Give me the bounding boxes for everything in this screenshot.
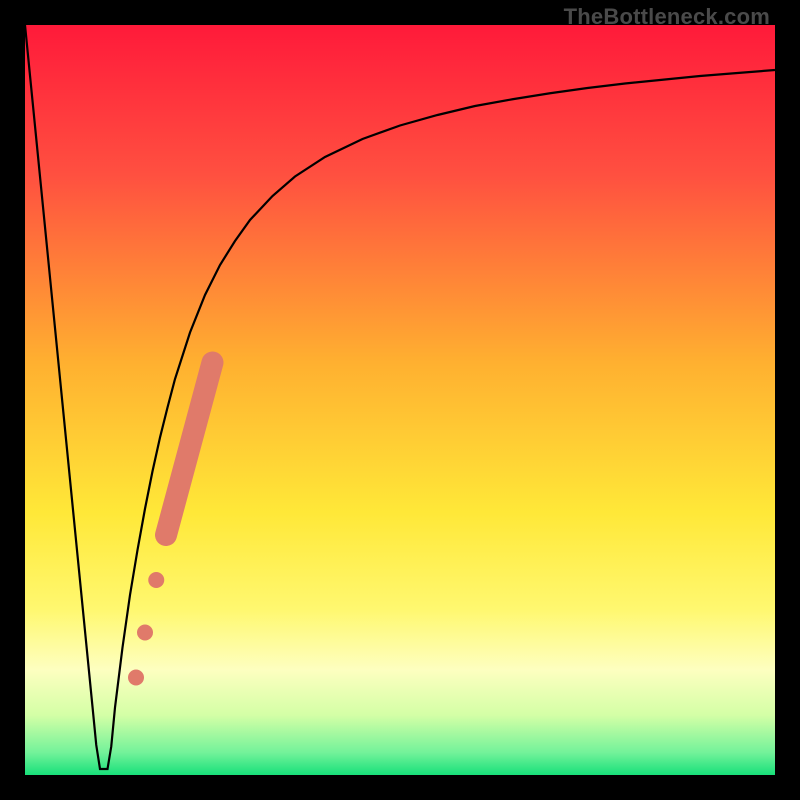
plot-area bbox=[25, 25, 775, 775]
gradient-background bbox=[25, 25, 775, 775]
chart-frame: TheBottleneck.com bbox=[0, 0, 800, 800]
highlight-dot bbox=[148, 572, 164, 588]
highlight-dot bbox=[128, 670, 144, 686]
chart-svg bbox=[25, 25, 775, 775]
highlight-dot bbox=[137, 625, 153, 641]
watermark-text: TheBottleneck.com bbox=[564, 4, 770, 30]
